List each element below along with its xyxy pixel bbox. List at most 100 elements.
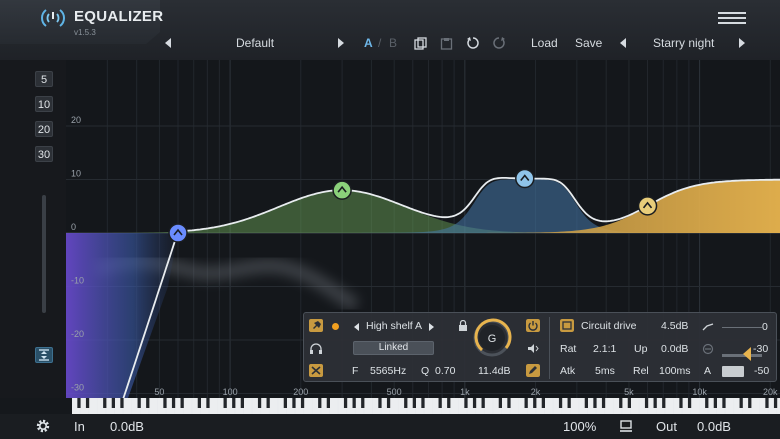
piano-white-key[interactable] [424, 398, 433, 414]
piano-white-key[interactable] [364, 398, 372, 414]
hamburger-icon[interactable] [718, 10, 746, 26]
piano-white-key[interactable] [725, 398, 734, 414]
piano-white-key[interactable] [570, 398, 579, 414]
drive-icon[interactable] [560, 319, 574, 332]
gain-value[interactable]: 11.4dB [478, 365, 511, 377]
up-label: Up [634, 343, 648, 355]
piano-white-key[interactable] [665, 398, 673, 414]
input-gain-value[interactable]: 0.0dB [110, 419, 144, 434]
threshold-value[interactable]: -30 [753, 343, 768, 355]
piano-keyboard[interactable] [72, 398, 780, 414]
db-tick-label: 0 [71, 222, 76, 232]
freq-tick-label: 200 [293, 387, 308, 397]
close-x-icon[interactable] [309, 364, 323, 377]
input-label: In [74, 419, 85, 434]
band-node-peak-2[interactable] [515, 168, 535, 189]
gear-icon[interactable] [35, 418, 51, 434]
program-name[interactable]: Starry night [653, 35, 714, 51]
band-node-peak-1[interactable] [332, 180, 352, 200]
range-meter[interactable] [722, 366, 744, 377]
drive-label[interactable]: Circuit drive [581, 320, 636, 332]
load-button[interactable]: Load [531, 35, 558, 51]
release-value[interactable]: 100ms [659, 365, 691, 377]
piano-white-key[interactable] [631, 398, 639, 414]
piano-white-key[interactable] [244, 398, 252, 414]
ab-a-button[interactable]: A [364, 35, 373, 51]
linked-button[interactable]: Linked [353, 341, 434, 355]
analyzer-slider[interactable] [42, 195, 46, 313]
band-node-low-cut[interactable] [168, 223, 188, 243]
attack-value[interactable]: 5ms [595, 365, 615, 377]
monitor-icon[interactable] [619, 419, 633, 433]
range-value[interactable]: -50 [754, 365, 769, 377]
output-label: Out [656, 419, 677, 434]
piano-white-key[interactable] [269, 398, 278, 414]
drive-value[interactable]: 4.5dB [661, 320, 688, 332]
freq-value[interactable]: 5565Hz [370, 365, 406, 377]
range-30-button[interactable]: 30 [35, 146, 53, 162]
save-button[interactable]: Save [575, 35, 602, 51]
up-value[interactable]: 0.0dB [661, 343, 688, 355]
undo-icon[interactable] [466, 36, 480, 50]
power-icon[interactable] [526, 319, 540, 332]
range-10-button[interactable]: 10 [35, 96, 53, 112]
db-tick-label: -10 [71, 276, 84, 286]
q-value[interactable]: 0.70 [435, 365, 455, 377]
piano-white-key[interactable] [691, 398, 699, 414]
piano-white-key[interactable] [209, 398, 218, 414]
preset-name[interactable]: Default [236, 35, 274, 51]
zoom-value[interactable]: 100% [563, 419, 596, 434]
knee-slider[interactable] [722, 327, 762, 328]
gain-knob[interactable]: G [472, 318, 512, 358]
low-cut-fill [66, 233, 179, 398]
range-5-button[interactable]: 5 [35, 71, 53, 87]
program-prev-button[interactable] [620, 38, 626, 48]
db-tick-label: 10 [71, 169, 81, 179]
preset-prev-button[interactable] [165, 38, 171, 48]
program-next-button[interactable] [739, 38, 745, 48]
piano-white-key[interactable] [304, 398, 312, 414]
lock-icon[interactable] [458, 320, 468, 331]
ratio-label: Rat [560, 343, 577, 355]
piano-white-key[interactable] [123, 398, 132, 414]
headphones-icon[interactable] [309, 342, 323, 355]
piano-white-key[interactable] [149, 398, 157, 414]
piano-white-key[interactable] [605, 398, 613, 414]
speaker-icon[interactable] [526, 342, 540, 355]
band-node-high-shelf[interactable] [637, 196, 658, 216]
power-waves-icon [41, 9, 65, 27]
piano-white-key[interactable] [183, 398, 192, 414]
auto-label: A [704, 365, 712, 377]
ratio-value[interactable]: 2.1:1 [593, 343, 616, 355]
piano-white-key[interactable] [330, 398, 338, 414]
piano-white-key[interactable] [390, 398, 398, 414]
band-type-next-button[interactable] [429, 323, 434, 331]
top-bar: EQUALIZER v1.5.3 Default A / B Load Save… [0, 0, 780, 60]
fit-range-button[interactable] [35, 347, 53, 363]
threshold-handle[interactable] [743, 347, 751, 361]
freq-tick-label: 10k [692, 387, 707, 397]
ab-separator: / [378, 36, 382, 50]
freq-tick-label: 50 [154, 387, 164, 397]
copy-icon[interactable] [414, 37, 427, 50]
piano-white-key[interactable] [510, 398, 519, 414]
band-type-label[interactable]: High shelf A [366, 320, 422, 332]
knee-value[interactable]: 0 [762, 321, 768, 333]
output-gain-value[interactable]: 0.0dB [697, 419, 731, 434]
ab-b-button[interactable]: B [389, 35, 397, 51]
piano-white-key[interactable] [484, 398, 493, 414]
panel-divider [549, 317, 550, 379]
edit-icon[interactable] [526, 364, 540, 377]
band-type-prev-button[interactable] [354, 323, 359, 331]
piano-white-key[interactable] [89, 398, 97, 414]
paste-icon[interactable] [440, 37, 453, 50]
piano-white-key[interactable] [751, 398, 759, 414]
range-20-button[interactable]: 20 [35, 121, 53, 137]
piano-white-key[interactable] [450, 398, 458, 414]
pin-icon[interactable] [309, 319, 323, 332]
app-title: EQUALIZER [74, 8, 164, 25]
preset-next-button[interactable] [338, 38, 344, 48]
left-sidebar: 5 10 20 30 [0, 60, 66, 398]
redo-icon[interactable] [492, 36, 506, 50]
piano-white-key[interactable] [545, 398, 553, 414]
